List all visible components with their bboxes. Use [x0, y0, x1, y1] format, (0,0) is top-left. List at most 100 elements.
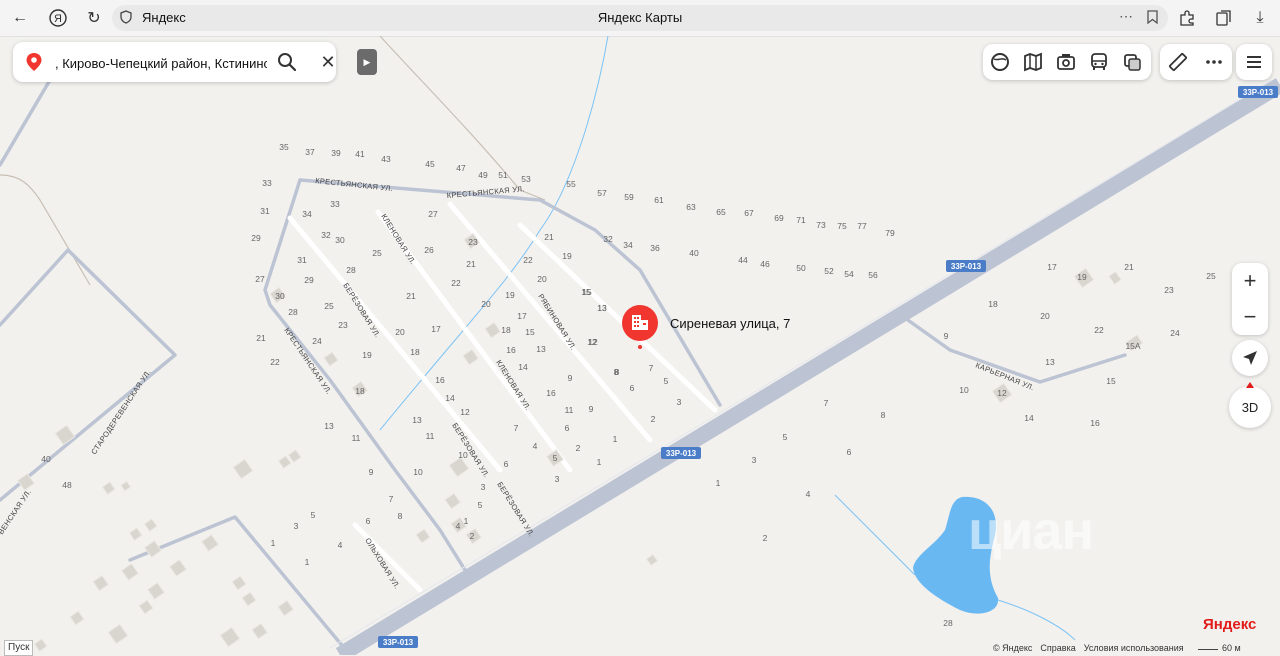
page-title: Яндекс Карты	[597, 10, 683, 25]
house-number: 65	[716, 207, 726, 217]
house-number: 48	[62, 480, 72, 490]
house-number: 3	[752, 455, 757, 465]
transit-icon[interactable]	[1082, 44, 1115, 80]
map-layer-icon[interactable]	[983, 44, 1016, 80]
collections-icon[interactable]	[1212, 6, 1236, 30]
house-number: 23	[338, 320, 348, 330]
house-number: 16	[506, 345, 516, 355]
back-icon[interactable]: ←	[8, 6, 32, 30]
reload-icon[interactable]: ↻	[82, 6, 106, 30]
cian-watermark: циан	[968, 501, 1094, 561]
traffic-icon[interactable]	[1016, 44, 1049, 80]
zoom-out-button[interactable]: −	[1232, 299, 1268, 335]
house-number: 2	[763, 533, 768, 543]
3d-label: 3D	[1241, 399, 1259, 415]
bookmark-icon[interactable]	[1147, 10, 1158, 27]
house-number: 71	[796, 215, 806, 225]
house-number: 20	[481, 299, 491, 309]
house-number: 11	[352, 433, 361, 443]
address-bar[interactable]: Яндекс Яндекс Карты ⋯	[112, 5, 1168, 31]
search-icon[interactable]	[277, 52, 297, 72]
house-number: 69	[774, 213, 784, 223]
house-number: 47	[456, 163, 466, 173]
house-number: 8	[398, 511, 403, 521]
panorama-icon[interactable]	[1049, 44, 1082, 80]
house-number: 59	[624, 192, 634, 202]
house-number: 31	[260, 206, 270, 216]
house-number: 3	[555, 474, 560, 484]
tools-toolbar	[1160, 44, 1232, 80]
house-number: 21	[544, 232, 554, 242]
menu-button[interactable]	[1236, 44, 1272, 80]
house-number: 25	[1206, 271, 1216, 281]
house-number: 51	[498, 170, 508, 180]
poi-label[interactable]: Сиреневая улица, 7	[670, 316, 790, 331]
house-number: 1	[716, 478, 721, 488]
house-number: 7	[824, 398, 829, 408]
house-number: 13	[324, 421, 334, 431]
house-number: 56	[868, 270, 878, 280]
house-number: 22	[270, 357, 280, 367]
collapse-panel-button[interactable]: ▶	[357, 49, 377, 75]
house-number: 63	[686, 202, 696, 212]
house-number: 9	[369, 467, 374, 477]
house-number: 14	[1024, 413, 1034, 423]
house-number: 29	[251, 233, 261, 243]
house-number: 2	[651, 414, 656, 424]
yandex-logo[interactable]: Яндекс	[1203, 616, 1256, 633]
search-input[interactable]	[53, 51, 269, 75]
house-number: 13	[536, 344, 546, 354]
download-icon[interactable]: ⤓	[1248, 6, 1272, 30]
3d-button[interactable]: 3D	[1229, 382, 1271, 428]
house-number: 22	[1094, 325, 1104, 335]
house-number: 32	[321, 230, 331, 240]
clear-icon[interactable]: ✕	[319, 53, 337, 71]
house-number: 49	[478, 170, 488, 180]
house-number: 6	[565, 423, 570, 433]
house-number: 21	[1124, 262, 1134, 272]
menu-icon[interactable]	[1236, 44, 1272, 80]
house-number: 12	[997, 388, 1007, 398]
street-label: КЛЕНОВАЯ УЛ.	[379, 212, 417, 266]
house-number: 2	[470, 531, 475, 541]
house-number: 16	[435, 375, 445, 385]
scale-label: 60 м	[1222, 643, 1241, 653]
house-number: 26	[424, 245, 434, 255]
house-number: 5	[553, 453, 558, 463]
house-number: 16	[1090, 418, 1100, 428]
more-icon[interactable]: ⋯	[1119, 8, 1134, 25]
more-tools-icon[interactable]	[1196, 44, 1232, 80]
zoom-in-button[interactable]: +	[1232, 263, 1268, 299]
poi-marker[interactable]	[621, 305, 659, 349]
house-number: 3	[294, 521, 299, 531]
house-number: 10	[413, 467, 423, 477]
house-number: 75	[837, 221, 847, 231]
house-number: 14	[518, 362, 528, 372]
house-number: 19	[505, 290, 515, 300]
house-number: 21	[406, 291, 416, 301]
house-number: 22	[451, 278, 461, 288]
yandex-browser-icon[interactable]: Я	[46, 6, 70, 30]
house-number: 24	[1170, 328, 1180, 338]
house-number: 29	[304, 275, 314, 285]
ruler-icon[interactable]	[1160, 44, 1196, 80]
house-number: 17	[1047, 262, 1057, 272]
house-number: 9	[944, 331, 949, 341]
terms-link[interactable]: Условия использования	[1084, 643, 1184, 653]
start-button[interactable]: Пуск	[4, 640, 34, 656]
house-number: 19	[362, 350, 372, 360]
layers-icon[interactable]	[1115, 44, 1148, 80]
house-number: 5	[783, 432, 788, 442]
geolocation-button[interactable]	[1232, 340, 1268, 376]
house-number: 77	[857, 221, 867, 231]
zoom-control: + −	[1232, 263, 1268, 335]
map-footer: © Яндекс Справка Условия использования	[993, 643, 1184, 653]
road-badge: 33Р-013	[951, 262, 982, 271]
svg-text:Я: Я	[54, 13, 62, 25]
street-label: КРЕСТЬЯНСКАЯ УЛ.	[315, 176, 394, 193]
house-number: 13	[412, 415, 422, 425]
stream	[997, 599, 1076, 641]
house-number: 11	[426, 431, 435, 441]
help-link[interactable]: Справка	[1040, 643, 1075, 653]
extensions-icon[interactable]	[1175, 6, 1199, 30]
